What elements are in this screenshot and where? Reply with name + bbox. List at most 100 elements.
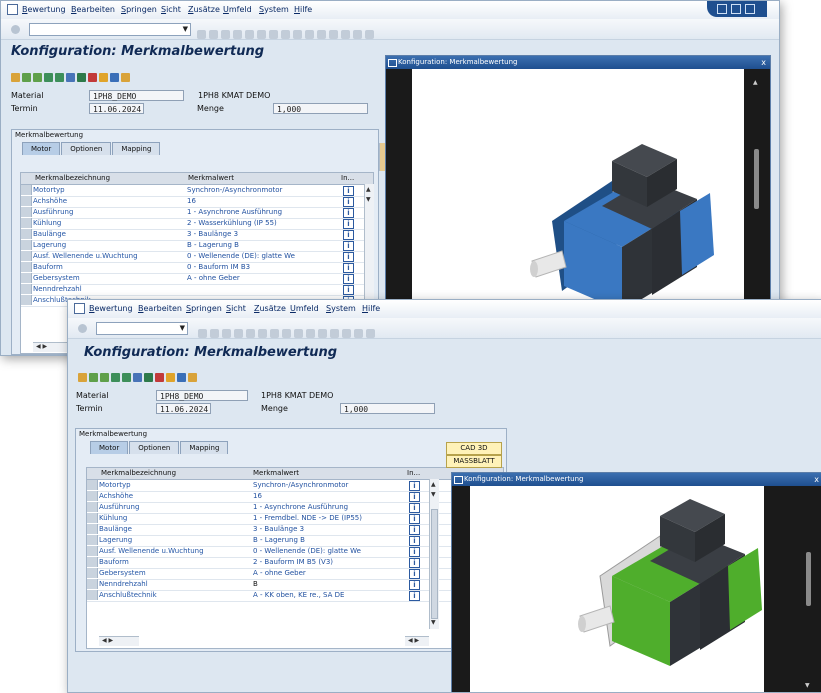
menu-hilfe[interactable]: Hilfe — [362, 304, 380, 313]
cad-3d-button[interactable]: CAD 3D — [446, 442, 502, 455]
menu-springen[interactable]: Springen — [121, 5, 157, 14]
result-icon[interactable] — [122, 373, 131, 382]
characteristic-value[interactable]: A - ohne Geber — [187, 274, 240, 282]
col-merkmalbezeichnung[interactable]: Merkmalbezeichnung — [35, 174, 110, 182]
exit-icon[interactable] — [222, 329, 231, 338]
first-page-icon[interactable] — [282, 329, 291, 338]
col-info[interactable]: In... — [341, 174, 354, 182]
scroll-left-icon[interactable]: ◀ ▶ — [36, 343, 47, 350]
row-selector[interactable] — [21, 218, 32, 228]
grid-icon[interactable] — [77, 73, 86, 82]
table-icon[interactable] — [66, 73, 75, 82]
row-selector[interactable] — [21, 207, 32, 217]
characteristic-value[interactable]: 0 - Bauform IM B3 — [187, 263, 250, 271]
info-icon[interactable]: i — [409, 591, 420, 601]
row-selector[interactable] — [87, 502, 98, 512]
scroll-thumb[interactable] — [806, 552, 811, 606]
characteristic-value[interactable]: 1 - Asynchrone Ausführung — [253, 503, 348, 511]
menu-icon[interactable] — [74, 303, 85, 314]
row-selector[interactable] — [21, 196, 32, 206]
cancel-icon[interactable] — [234, 329, 243, 338]
scroll-up-icon[interactable]: ▲ — [753, 79, 758, 86]
settings-icon[interactable] — [121, 73, 130, 82]
back-icon[interactable] — [210, 329, 219, 338]
row-selector[interactable] — [21, 273, 32, 283]
new-session-icon[interactable] — [329, 30, 338, 39]
info-icon[interactable]: i — [409, 580, 420, 590]
chevron-down-icon[interactable]: ▼ — [183, 25, 188, 33]
info-icon[interactable]: i — [343, 252, 354, 262]
menge-field[interactable]: 1,000 — [273, 103, 368, 114]
compare-icon[interactable] — [111, 373, 120, 382]
termin-field[interactable]: 11.06.2024 — [89, 103, 144, 114]
material-field[interactable]: 1PH8_DEMO — [89, 90, 184, 101]
list-icon[interactable] — [110, 73, 119, 82]
characteristic-value[interactable]: 2 - Bauform IM B5 (V3) — [253, 558, 333, 566]
table-vscroll[interactable]: ▲ ▼ ▼ — [429, 479, 439, 629]
print-icon[interactable] — [245, 30, 254, 39]
result-icon[interactable] — [55, 73, 64, 82]
characteristic-value[interactable]: 1 - Fremdbel. NDE -> DE (IP55) — [253, 514, 362, 522]
characteristic-value[interactable]: 0 - Wellenende (DE): glatte We — [253, 547, 361, 555]
close-icon[interactable] — [745, 4, 755, 14]
enter-icon[interactable] — [11, 25, 20, 34]
tab-optionen[interactable]: Optionen — [129, 441, 180, 454]
shortcut-icon[interactable] — [342, 329, 351, 338]
characteristic-value[interactable]: Synchron-/Asynchronmotor — [253, 481, 348, 489]
scroll-up-icon[interactable]: ▲ — [431, 481, 436, 488]
find-icon[interactable] — [257, 30, 266, 39]
tree2-icon[interactable] — [100, 373, 109, 382]
info-icon[interactable]: i — [409, 547, 420, 557]
massblatt-button[interactable]: MASSBLATT — [446, 455, 502, 468]
info-icon[interactable]: i — [409, 492, 420, 502]
next-page-icon[interactable] — [306, 329, 315, 338]
info-icon[interactable]: i — [409, 481, 420, 491]
last-page-icon[interactable] — [318, 329, 327, 338]
next-page-icon[interactable] — [305, 30, 314, 39]
row-selector[interactable] — [87, 491, 98, 501]
scroll-down-icon[interactable]: ▼ — [431, 491, 436, 498]
row-selector[interactable] — [21, 251, 32, 261]
scroll-up-icon[interactable]: ▲ — [366, 186, 371, 193]
scroll-thumb[interactable] — [431, 509, 438, 619]
maximize-icon[interactable] — [731, 4, 741, 14]
col-merkmalwert[interactable]: Merkmalwert — [253, 469, 299, 477]
chevron-down-icon[interactable]: ▼ — [180, 324, 185, 332]
info-icon[interactable]: i — [343, 230, 354, 240]
row-selector[interactable] — [87, 535, 98, 545]
list-icon[interactable] — [177, 373, 186, 382]
menu-sicht[interactable]: Sicht — [226, 304, 246, 313]
table-hscroll-right[interactable]: ◀ ▶ — [405, 636, 429, 646]
menu-umfeld[interactable]: Umfeld — [290, 304, 319, 313]
save-icon[interactable] — [198, 329, 207, 338]
row-selector[interactable] — [87, 546, 98, 556]
characteristic-value[interactable]: B - Lagerung B — [253, 536, 305, 544]
info-icon[interactable]: i — [343, 274, 354, 284]
characteristic-value[interactable]: 3 - Baulänge 3 — [253, 525, 304, 533]
characteristic-value[interactable]: A - KK oben, KE re., SA DE — [253, 591, 344, 599]
scroll-down-icon[interactable]: ▼ — [805, 682, 810, 689]
prev-page-icon[interactable] — [293, 30, 302, 39]
config-icon[interactable] — [78, 373, 87, 382]
info-icon[interactable]: i — [409, 536, 420, 546]
col-merkmalbezeichnung[interactable]: Merkmalbezeichnung — [101, 469, 176, 477]
characteristic-value[interactable]: 0 - Wellenende (DE): glatte We — [187, 252, 295, 260]
help-icon[interactable] — [354, 329, 363, 338]
info-icon[interactable]: i — [409, 525, 420, 535]
info-icon[interactable]: i — [409, 503, 420, 513]
shortcut-icon[interactable] — [341, 30, 350, 39]
last-page-icon[interactable] — [317, 30, 326, 39]
characteristic-value[interactable]: A - ohne Geber — [253, 569, 306, 577]
menu-springen[interactable]: Springen — [186, 304, 222, 313]
menu-hilfe[interactable]: Hilfe — [294, 5, 312, 14]
scroll-down-icon[interactable]: ▼ — [366, 196, 371, 203]
row-selector[interactable] — [21, 284, 32, 294]
command-field[interactable]: ▼ — [96, 322, 188, 335]
characteristic-value[interactable]: 16 — [253, 492, 262, 500]
scroll-down-icon[interactable]: ▼ — [431, 619, 436, 626]
viewer-scrollbar[interactable]: ▼ — [764, 486, 821, 692]
menu-zusaetze[interactable]: Zusätze — [188, 5, 220, 14]
tab-mapping[interactable]: Mapping — [112, 142, 161, 155]
row-selector[interactable] — [87, 480, 98, 490]
col-info[interactable]: In... — [407, 469, 420, 477]
